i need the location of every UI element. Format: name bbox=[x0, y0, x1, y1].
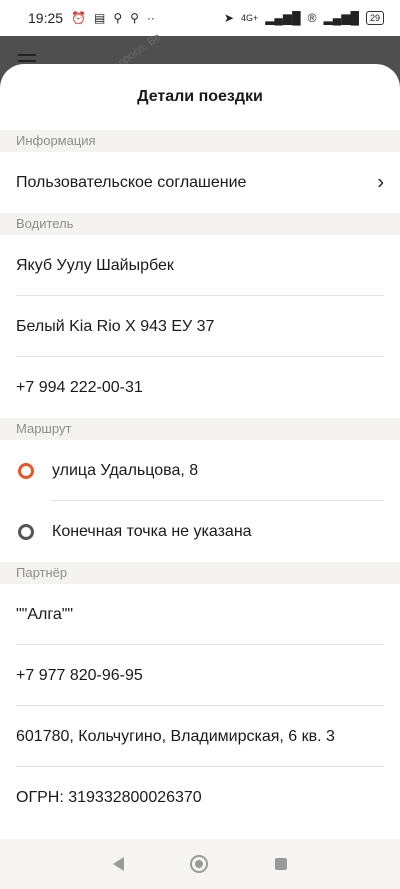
recents-icon[interactable] bbox=[274, 858, 287, 870]
message-icon: ▤ bbox=[94, 11, 106, 25]
route-end-label: Конечная точка не указана bbox=[52, 522, 252, 540]
system-navigation-bar bbox=[0, 839, 400, 889]
more-notifications-icon: ·· bbox=[146, 11, 155, 25]
sheet-grabber[interactable] bbox=[180, 78, 220, 82]
status-bar: 19:25 ⏰ ▤ ⚲ ⚲ ·· ➤ 4G+ ▂▄▆█ ® ▂▄▆█ 29 bbox=[0, 0, 400, 36]
partner-address: 601780, Кольчугино, Владимирская, 6 кв. … bbox=[0, 706, 400, 767]
end-point-icon bbox=[18, 523, 34, 540]
user-agreement-item[interactable]: Пользовательское соглашение › bbox=[0, 152, 400, 213]
signal-icon-2: ▂▄▆█ bbox=[323, 11, 359, 25]
back-icon[interactable] bbox=[113, 857, 125, 871]
chevron-right-icon: › bbox=[377, 171, 384, 193]
section-header-partner: Партнёр bbox=[0, 562, 400, 584]
partner-ogrn: ОГРН: 319332800026370 bbox=[16, 788, 202, 806]
start-point-icon bbox=[18, 462, 34, 479]
alarm-icon: ⏰ bbox=[71, 11, 86, 25]
section-header-info: Информация bbox=[0, 130, 400, 152]
driver-phone[interactable]: +7 994 222-00-31 bbox=[0, 357, 400, 418]
trip-details-sheet: Детали поездки Информация Пользовательск… bbox=[0, 64, 400, 839]
location-icon-2: ⚲ bbox=[130, 11, 139, 25]
driver-car: Белый Kia Rio Х 943 ЕУ 37 bbox=[0, 296, 400, 357]
route-start-label: улица Удальцова, 8 bbox=[52, 461, 199, 479]
status-time: 19:25 bbox=[28, 10, 64, 26]
registered-icon: ® bbox=[307, 11, 317, 25]
navigation-icon: ➤ bbox=[223, 11, 234, 25]
page-title: Детали поездки bbox=[137, 88, 263, 105]
signal-icon: ▂▄▆█ bbox=[265, 11, 301, 25]
network-type: 4G+ bbox=[240, 13, 259, 23]
home-icon[interactable] bbox=[190, 855, 209, 873]
partner-phone[interactable]: +7 977 820-96-95 bbox=[0, 645, 400, 706]
route-start: улица Удальцова, 8 bbox=[0, 440, 400, 501]
battery-indicator: 29 bbox=[365, 11, 384, 25]
location-icon: ⚲ bbox=[113, 11, 123, 25]
partner-name: ""Алга"" bbox=[0, 584, 400, 645]
section-header-driver: Водитель bbox=[0, 213, 400, 235]
section-header-route: Маршрут bbox=[0, 418, 400, 440]
user-agreement-label: Пользовательское соглашение bbox=[16, 173, 247, 191]
route-end: Конечная точка не указана bbox=[0, 501, 400, 562]
driver-name: Якуб Уулу Шайырбек bbox=[0, 235, 400, 296]
